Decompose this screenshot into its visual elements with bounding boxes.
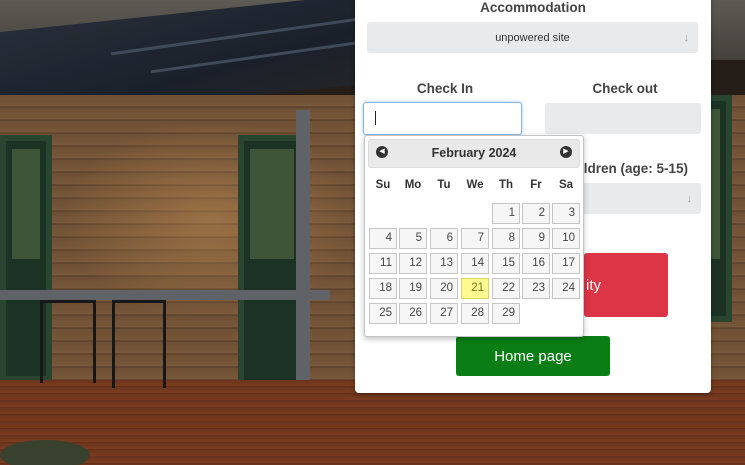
day-cell[interactable]: 17 (552, 253, 580, 274)
home-button-label: Home page (494, 347, 572, 365)
day-cell[interactable]: 2 (522, 203, 550, 224)
accommodation-label: Accommodation (480, 0, 586, 15)
day-cell[interactable]: 28 (461, 303, 489, 324)
weekday-th: Th (498, 179, 514, 191)
day-cell[interactable]: 16 (522, 253, 550, 274)
datepicker-header: ◀ February 2024 ▶ (368, 139, 580, 168)
day-cell[interactable]: 24 (552, 278, 580, 299)
datepicker: ◀ February 2024 ▶ Su Mo Tu We Th Fr Sa 1234567… (364, 135, 584, 337)
weekday-su: Su (375, 179, 391, 191)
day-cell[interactable]: 1 (492, 203, 520, 224)
day-cell[interactable]: 26 (399, 303, 427, 324)
day-cell[interactable]: 21 (461, 278, 489, 299)
day-cell[interactable]: 4 (369, 228, 397, 249)
accommodation-select[interactable]: unpowered site ↓ (367, 22, 698, 53)
weekday-we: We (466, 179, 484, 191)
day-cell[interactable]: 8 (492, 228, 520, 249)
datepicker-title: February 2024 (431, 146, 517, 160)
checkin-label: Check In (416, 81, 474, 96)
day-cell[interactable]: 19 (399, 278, 427, 299)
text-caret (375, 111, 376, 125)
checkout-label: Check out (592, 81, 658, 96)
day-cell[interactable]: 14 (461, 253, 489, 274)
select-arrow-icon: ↓ (686, 192, 693, 205)
day-cell[interactable]: 5 (399, 228, 427, 249)
day-cell[interactable]: 7 (461, 228, 489, 249)
select-arrow-icon: ↓ (683, 31, 690, 44)
checkin-input[interactable] (363, 102, 522, 135)
day-cell[interactable]: 12 (399, 253, 427, 274)
check-availability-button[interactable]: ity (584, 253, 668, 317)
day-cell[interactable]: 6 (430, 228, 458, 249)
day-cell[interactable]: 11 (369, 253, 397, 274)
day-cell[interactable]: 22 (492, 278, 520, 299)
weekday-mo: Mo (404, 179, 422, 191)
day-cell[interactable]: 3 (552, 203, 580, 224)
day-cell[interactable]: 9 (522, 228, 550, 249)
day-cell[interactable]: 23 (522, 278, 550, 299)
day-cell[interactable]: 25 (369, 303, 397, 324)
next-month-icon[interactable]: ▶ (560, 146, 572, 158)
day-cell[interactable]: 10 (552, 228, 580, 249)
weekday-fr: Fr (530, 179, 542, 191)
home-page-button[interactable]: Home page (456, 336, 610, 376)
day-cell[interactable]: 29 (492, 303, 520, 324)
accommodation-value: unpowered site (495, 31, 570, 44)
checkout-input[interactable] (545, 103, 701, 134)
day-cell[interactable]: 20 (430, 278, 458, 299)
day-cell[interactable]: 15 (492, 253, 520, 274)
weekday-sa: Sa (558, 179, 574, 191)
children-label: ildren (age: 5-15) (580, 161, 689, 176)
day-cell[interactable]: 13 (430, 253, 458, 274)
day-cell[interactable]: 18 (369, 278, 397, 299)
availability-button-label: ity (586, 276, 601, 294)
weekday-tu: Tu (437, 179, 451, 191)
day-cell[interactable]: 27 (430, 303, 458, 324)
